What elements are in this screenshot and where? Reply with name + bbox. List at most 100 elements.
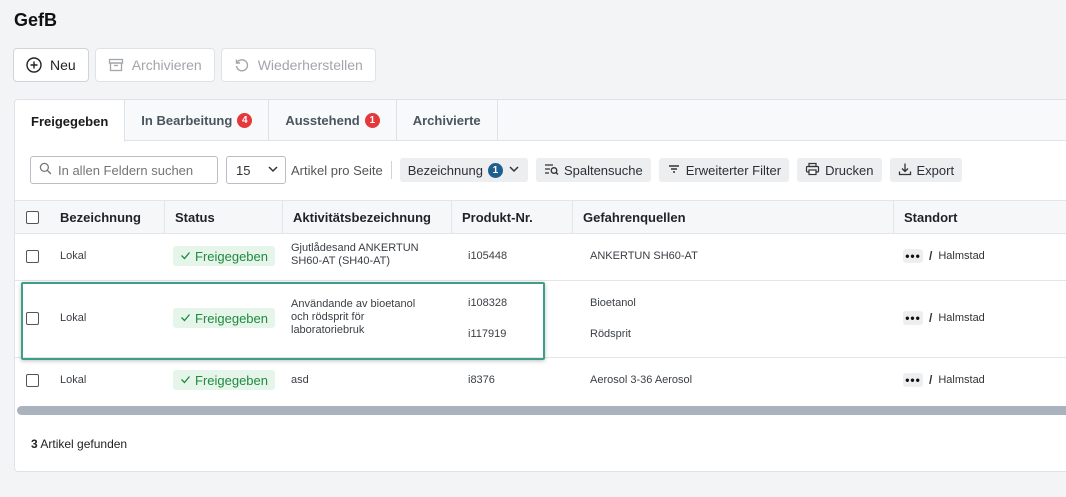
search-box <box>30 156 218 184</box>
status-badge: Freigegeben <box>173 308 275 328</box>
cell-bezeichnung: Lokal <box>60 374 87 386</box>
group-by-button[interactable]: Bezeichnung 1 <box>399 158 528 182</box>
restore-button[interactable]: Wiederherstellen <box>220 48 376 82</box>
status-badge: Freigegeben <box>173 370 275 390</box>
cell-gefahrenquelle: Rödsprit <box>590 328 631 340</box>
column-header-produkt-nr[interactable]: Produkt-Nr. <box>451 201 573 234</box>
column-header-status[interactable]: Status <box>164 201 283 234</box>
divider <box>390 161 392 179</box>
status-label: Freigegeben <box>195 372 268 388</box>
tab-label: Archivierte <box>412 113 481 128</box>
count-badge: 4 <box>237 113 253 128</box>
download-icon <box>898 162 912 179</box>
cell-produkt-nr: i108328 <box>468 297 508 309</box>
path-separator: / <box>929 249 933 263</box>
tab-in-bearbeitung[interactable]: In Bearbeitung 4 <box>125 100 270 141</box>
column-header-standort[interactable]: Standort <box>893 201 1066 234</box>
cell-standort: ••• / Halmstad <box>903 373 985 387</box>
archive-button[interactable]: Archivieren <box>94 48 215 82</box>
more-icon[interactable]: ••• <box>903 373 923 387</box>
result-count-label: Artikel gefunden <box>40 437 128 451</box>
cell-produkt-nr: i8376 <box>468 374 495 386</box>
archive-icon <box>108 57 124 73</box>
cell-gefahrenquelle: Aerosol 3-36 Aerosol <box>590 374 693 386</box>
status-badge: Freigegeben <box>173 246 275 266</box>
page-size-label: Artikel pro Seite <box>291 162 383 178</box>
column-search-icon <box>544 162 559 179</box>
cell-standort: ••• / Halmstad <box>903 249 985 263</box>
standort-label: Halmstad <box>938 312 985 324</box>
cell-produkt-nr: i117919 <box>468 328 507 340</box>
select-all-checkbox[interactable] <box>26 211 39 224</box>
cell-produkt-nr: i105448 <box>468 250 508 262</box>
tab-archivierte[interactable]: Archivierte <box>397 100 498 141</box>
tab-label: Ausstehend <box>285 113 360 128</box>
cell-aktivitaet: Gjutlådesand ANKERTUN SH60-AT (SH40-AT) <box>291 242 419 267</box>
table-row[interactable]: Lokal Freigegeben asd i8376 Aerosol 3-36… <box>15 358 1066 402</box>
column-header-aktivitaet[interactable]: Aktivitätsbezeichnung <box>282 201 452 234</box>
export-button[interactable]: Export <box>889 158 963 182</box>
standort-label: Halmstad <box>938 250 985 262</box>
chevron-down-icon <box>267 163 279 178</box>
path-separator: / <box>929 311 933 325</box>
check-icon <box>180 311 191 326</box>
table-row[interactable]: Lokal Freigegeben Användande av bioetano… <box>15 281 1066 358</box>
cell-gefahrenquelle: ANKERTUN SH60-AT <box>590 250 698 262</box>
restore-icon <box>234 57 250 73</box>
new-button[interactable]: Neu <box>13 48 89 82</box>
row-checkbox[interactable] <box>26 250 39 263</box>
toolbar: Neu Archivieren Wiederherstellen <box>13 48 376 82</box>
tab-freigegeben[interactable]: Freigegeben <box>15 100 126 142</box>
status-label: Freigegeben <box>195 310 268 326</box>
restore-button-label: Wiederherstellen <box>257 57 363 73</box>
horizontal-scrollbar[interactable] <box>17 406 1066 415</box>
tab-label: Freigegeben <box>31 113 109 129</box>
column-header-bezeichnung[interactable]: Bezeichnung <box>50 201 165 234</box>
cell-aktivitaet: Användande av bioetanol och rödsprit för… <box>291 298 416 336</box>
column-search-label: Spaltensuche <box>563 162 643 178</box>
filter-bar: 15 Artikel pro Seite Bezeichnung 1 Spalt… <box>30 156 970 184</box>
search-input[interactable] <box>58 162 208 178</box>
cell-bezeichnung: Lokal <box>60 250 87 262</box>
list-card: Freigegeben In Bearbeitung 4 Ausstehend … <box>14 99 1066 472</box>
plus-circle-icon <box>26 57 42 73</box>
cell-bezeichnung: Lokal <box>60 312 87 324</box>
filter-icon <box>667 162 681 179</box>
print-button[interactable]: Drucken <box>797 158 882 182</box>
check-icon <box>180 249 191 264</box>
row-checkbox[interactable] <box>26 312 39 325</box>
advanced-filter-button[interactable]: Erweiterter Filter <box>658 158 790 182</box>
group-count-badge: 1 <box>487 162 503 178</box>
page-title: GefB <box>14 10 58 30</box>
column-header-gefahrenquellen[interactable]: Gefahrenquellen <box>572 201 894 234</box>
row-checkbox[interactable] <box>26 374 39 387</box>
page-size-value: 15 <box>236 162 251 178</box>
more-icon[interactable]: ••• <box>903 311 923 325</box>
page-size-select[interactable]: 15 <box>226 156 286 184</box>
standort-label: Halmstad <box>938 374 985 386</box>
status-label: Freigegeben <box>195 248 268 264</box>
cell-aktivitaet: asd <box>291 374 309 386</box>
print-label: Drucken <box>825 162 874 178</box>
printer-icon <box>805 162 820 179</box>
new-button-label: Neu <box>50 57 76 73</box>
count-badge: 1 <box>364 113 380 128</box>
tab-ausstehend[interactable]: Ausstehend 1 <box>269 100 397 141</box>
check-icon <box>180 373 191 388</box>
more-icon[interactable]: ••• <box>903 249 923 263</box>
result-count-number: 3 <box>31 437 38 451</box>
archive-button-label: Archivieren <box>131 57 202 73</box>
search-icon <box>39 162 52 178</box>
table-row[interactable]: Lokal Freigegeben Gjutlådesand ANKERTUN … <box>15 234 1066 281</box>
cell-standort: ••• / Halmstad <box>903 311 985 325</box>
tab-bar: Freigegeben In Bearbeitung 4 Ausstehend … <box>15 100 1066 142</box>
path-separator: / <box>929 373 933 387</box>
column-search-button[interactable]: Spaltensuche <box>535 158 651 182</box>
advanced-filter-label: Erweiterter Filter <box>685 162 782 178</box>
cell-gefahrenquelle: Bioetanol <box>590 297 636 309</box>
group-by-label: Bezeichnung <box>407 162 483 178</box>
result-count: 3 Artikel gefunden <box>31 437 127 451</box>
tab-label: In Bearbeitung <box>141 113 233 128</box>
export-label: Export <box>916 162 955 178</box>
table-header: Bezeichnung Status Aktivitätsbezeichnung… <box>15 200 1066 234</box>
